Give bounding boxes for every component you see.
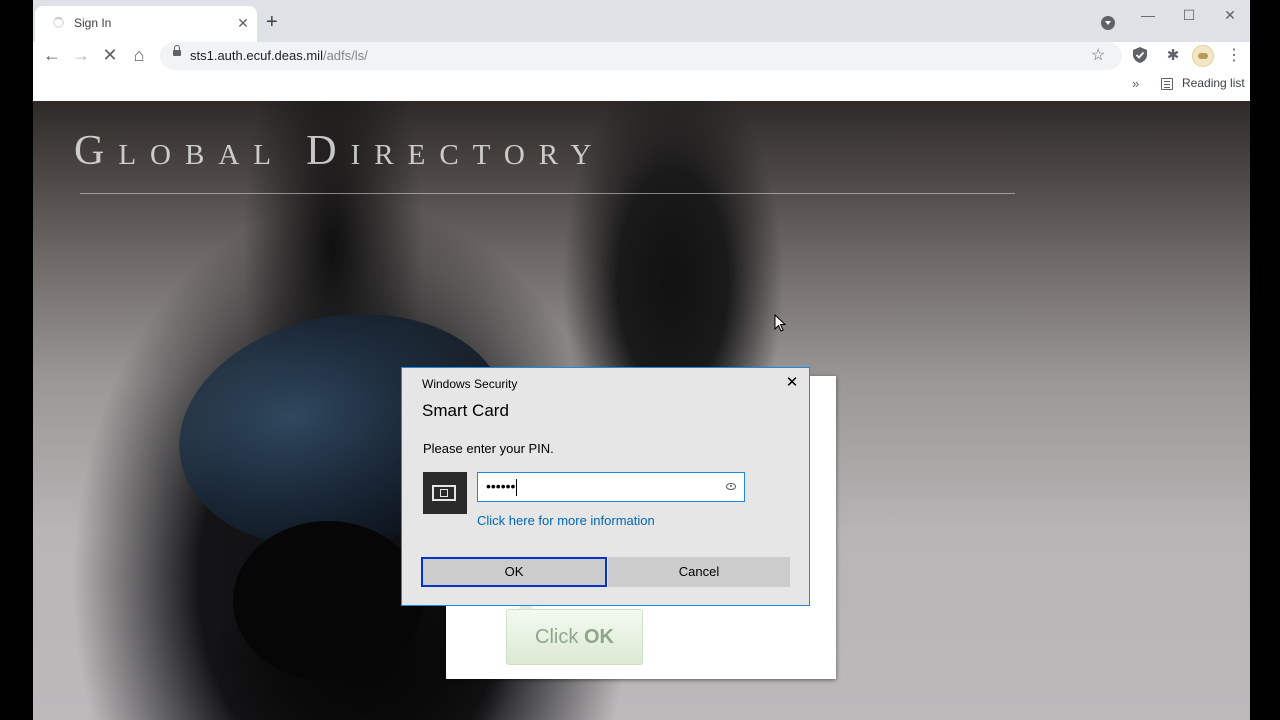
reading-list-icon[interactable] [1161, 78, 1173, 90]
minimize-button[interactable]: — [1134, 4, 1162, 26]
dialog-heading: Smart Card [422, 401, 509, 420]
url-path: /adfs/ls/ [322, 48, 368, 63]
tab-title: Sign In [74, 16, 112, 30]
title-word-lobal: LOBAL [118, 139, 286, 171]
page-content: GLOBAL DIRECTORY Click OK Windows Securi… [33, 101, 1250, 720]
tab-close-icon[interactable]: ✕ [235, 15, 251, 31]
url-host: sts1.auth.ecuf.deas.mil [190, 48, 323, 63]
tab-strip: Sign In ✕ + — ☐ ✕ [33, 0, 1250, 42]
mouse-cursor-icon [774, 314, 786, 332]
text-caret [516, 478, 518, 496]
shield-extension-icon[interactable] [1130, 46, 1150, 66]
pin-input[interactable]: •••••• [477, 472, 745, 502]
title-word-irectory: IRECTORY [350, 139, 606, 171]
title-initial-g: G [74, 128, 119, 174]
browser-toolbar: ← → ✕ ⌂ sts1.auth.ecuf.deas.mil/adfs/ls/… [33, 42, 1250, 70]
back-button[interactable]: ← [39, 42, 65, 68]
reading-list-button[interactable]: Reading list [1182, 76, 1245, 90]
cancel-button[interactable]: Cancel [608, 557, 790, 587]
bookmarks-bar: » Reading list [33, 70, 1250, 101]
extensions-puzzle-icon[interactable]: ✱ [1163, 46, 1183, 66]
smart-card-icon [423, 472, 467, 514]
pin-prompt: Please enter your PIN. [423, 441, 554, 456]
maximize-button[interactable]: ☐ [1175, 4, 1203, 26]
url-text: sts1.auth.ecuf.deas.mil/adfs/ls/ [190, 48, 368, 63]
new-tab-button[interactable]: + [266, 12, 278, 32]
smart-card-dialog: Windows Security ✕ Smart Card Please ent… [401, 367, 810, 606]
dialog-window-title: Windows Security [422, 377, 518, 391]
browser-menu-icon[interactable]: ⋮ [1226, 46, 1242, 66]
title-initial-d: D [306, 128, 351, 174]
tab-sign-in[interactable]: Sign In ✕ [35, 6, 257, 42]
stop-button[interactable]: ✕ [97, 42, 123, 68]
browser-window: Sign In ✕ + — ☐ ✕ ← → ✕ ⌂ sts1.auth.ecuf… [33, 0, 1250, 720]
reveal-password-eye-icon[interactable] [726, 483, 736, 490]
home-button[interactable]: ⌂ [126, 42, 152, 68]
title-divider [80, 193, 1015, 194]
click-ok-hint-button[interactable]: Click OK [506, 609, 643, 665]
more-information-link[interactable]: Click here for more information [477, 513, 655, 528]
pin-masked-text: •••••• [486, 478, 516, 494]
page-title: GLOBAL DIRECTORY [74, 127, 606, 175]
hint-text-bold: OK [583, 626, 614, 648]
close-window-button[interactable]: ✕ [1216, 4, 1244, 26]
pin-input-value: •••••• [486, 478, 518, 496]
lock-icon[interactable] [173, 45, 181, 56]
forward-button[interactable]: → [68, 42, 94, 68]
tab-search-icon[interactable] [1101, 16, 1115, 30]
bookmark-star-icon[interactable]: ☆ [1091, 46, 1105, 66]
more-bookmarks-chevron-icon[interactable]: » [1132, 76, 1139, 91]
loading-spinner-icon [53, 17, 64, 28]
address-bar[interactable]: sts1.auth.ecuf.deas.mil/adfs/ls/ [160, 42, 1122, 70]
ok-button[interactable]: OK [421, 557, 607, 587]
profile-avatar[interactable] [1192, 45, 1214, 67]
background-dog-nose-image [233, 521, 423, 681]
hint-text: Click [535, 626, 584, 648]
dialog-close-button[interactable]: ✕ [782, 373, 802, 393]
